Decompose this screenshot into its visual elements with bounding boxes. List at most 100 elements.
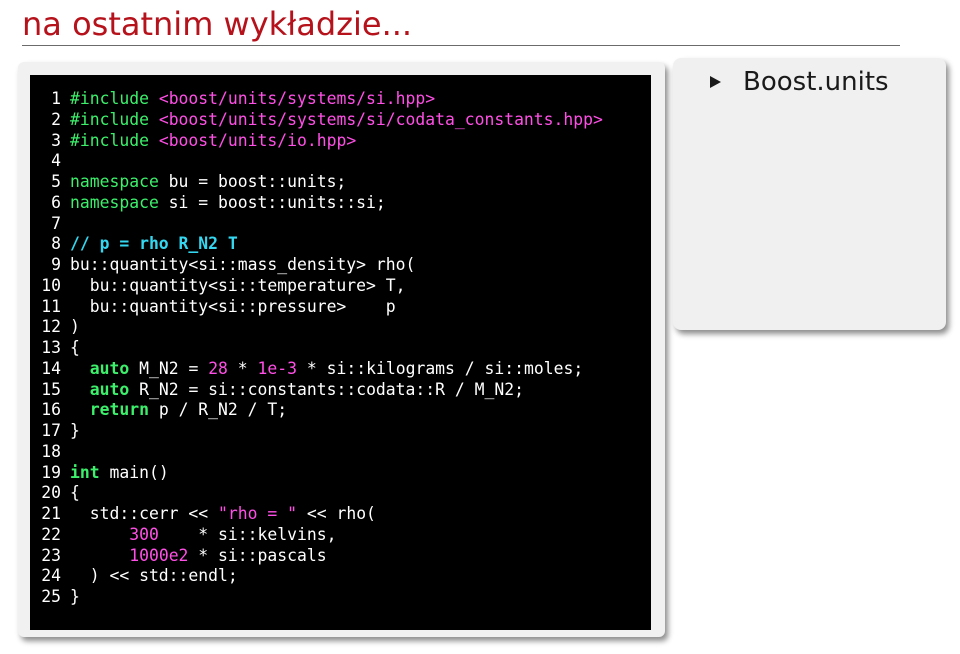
code-token: {	[70, 338, 80, 357]
code-line: 3 #include <boost/units/io.hpp>	[30, 131, 603, 152]
line-number: 7	[51, 213, 61, 233]
code-token: * si::kilograms / si::moles;	[297, 358, 584, 378]
code-line: 2 #include <boost/units/systems/si/codata…	[30, 110, 603, 131]
line-number: 1	[51, 89, 61, 108]
code-token: }	[70, 421, 80, 440]
line-number: 22	[41, 524, 61, 544]
code-line: 17}	[30, 421, 603, 442]
code-line: 5 namespace bu = boost::units;	[30, 172, 603, 193]
code-token: 28	[208, 358, 228, 378]
code-token: bu::quantity<si::pressure> p	[70, 296, 396, 316]
line-number: 4	[51, 151, 61, 171]
code-line: 14 auto M_N2 = 28 * 1e-3 * si::kilograms…	[30, 359, 603, 380]
code-token: namespace	[70, 192, 159, 212]
code-token: * si::pascals	[188, 545, 327, 565]
code-line: 12)	[30, 317, 603, 338]
line-number: 11	[41, 296, 61, 316]
line-number: 12	[41, 317, 61, 337]
code-token: ) << std::endl;	[70, 566, 238, 586]
line-number: 18	[41, 441, 61, 461]
code-token: p / R_N2 / T;	[148, 400, 288, 420]
bullet-text: Boost.units	[743, 67, 889, 97]
code-line: 16 return p / R_N2 / T;	[30, 400, 603, 421]
line-number: 19	[41, 462, 61, 482]
code-token: 1000e2	[129, 545, 189, 565]
code-line: 9 bu::quantity<si::mass_density> rho(	[30, 255, 603, 276]
code-listing: 1 #include <boost/units/systems/si.hpp> 2 #…	[30, 89, 603, 608]
line-number: 5	[51, 172, 61, 191]
code-token: bu::quantity<si::temperature> T,	[70, 275, 406, 295]
code-line: 13 {	[30, 338, 603, 359]
code-token: * si::kelvins,	[158, 524, 337, 544]
line-number: 9	[51, 255, 61, 274]
code-token: #include	[70, 130, 149, 150]
code-token: *	[227, 358, 258, 378]
line-number: 8	[51, 234, 61, 254]
code-token: auto	[89, 379, 130, 399]
code-line: 23 1000e2 * si::pascals	[30, 546, 603, 567]
line-number: 14	[41, 358, 61, 378]
line-number: 20	[41, 483, 61, 503]
line-number: 16	[41, 400, 61, 420]
code-token: #include	[70, 109, 149, 129]
line-number: 2	[51, 109, 61, 129]
code-token: bu = boost::units;	[158, 172, 347, 191]
code-token: namespace	[70, 172, 159, 191]
code-line: 6 namespace si = boost::units::si;	[30, 193, 603, 214]
title-divider	[22, 45, 900, 46]
code-token: si = boost::units::si;	[158, 192, 386, 212]
code-line: 22 300 * si::kelvins,	[30, 525, 603, 546]
line-number: 21	[41, 504, 61, 523]
code-token: int	[70, 462, 100, 482]
code-token: main()	[99, 462, 169, 482]
code-token: return	[89, 400, 149, 420]
triangle-bullet-icon	[710, 76, 721, 88]
slide-title: na ostatnim wykładzie...	[22, 5, 413, 43]
line-number: 15	[41, 379, 61, 399]
code-token: {	[70, 483, 80, 503]
line-number: 24	[41, 566, 61, 586]
code-token: }	[70, 587, 80, 606]
code-line: 19 int main()	[30, 463, 603, 484]
line-number: 10	[41, 275, 61, 295]
line-number: 13	[41, 338, 61, 357]
code-token: <boost/units/systems/si.hpp>	[148, 89, 436, 108]
code-token: "rho = "	[218, 504, 297, 523]
bullet-panel	[673, 58, 946, 330]
code-line: 4	[30, 151, 603, 172]
code-token: 300	[129, 524, 159, 544]
code-line: 8 // p = rho R_N2 T	[30, 234, 603, 255]
code-token: <boost/units/systems/si/codata_constants…	[148, 109, 603, 129]
line-number: 23	[41, 545, 61, 565]
code-line: 25}	[30, 587, 603, 608]
code-token: bu::quantity<si::mass_density> rho(	[70, 255, 416, 274]
code-token: <boost/units/io.hpp>	[148, 130, 357, 150]
line-number: 25	[41, 587, 61, 606]
code-token: // p = rho R_N2 T	[70, 234, 238, 254]
line-number: 3	[51, 130, 61, 150]
code-token: )	[70, 317, 80, 337]
code-line: 1 #include <boost/units/systems/si.hpp>	[30, 89, 603, 110]
code-line: 15 auto R_N2 = si::constants::codata::R …	[30, 380, 603, 401]
code-line: 18	[30, 442, 603, 463]
code-line: 10 bu::quantity<si::temperature> T,	[30, 276, 603, 297]
code-token: 1e-3	[257, 358, 298, 378]
code-token: #include	[70, 89, 149, 108]
code-line: 7	[30, 214, 603, 235]
code-line: 21 std::cerr << "rho = " << rho(	[30, 504, 603, 525]
code-line: 24 ) << std::endl;	[30, 566, 603, 587]
code-token: std::cerr <<	[70, 504, 219, 523]
code-token: << rho(	[296, 504, 376, 523]
code-line: 11 bu::quantity<si::pressure> p	[30, 297, 603, 318]
code-token: M_N2 =	[129, 358, 209, 378]
line-number: 17	[41, 421, 61, 440]
code-token: auto	[89, 358, 130, 378]
line-number: 6	[51, 192, 61, 212]
code-line: 20 {	[30, 483, 603, 504]
code-token: R_N2 = si::constants::codata::R / M_N2;	[129, 379, 524, 399]
